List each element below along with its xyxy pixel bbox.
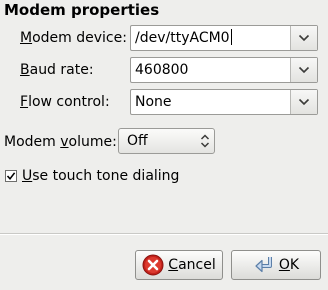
cancel-button[interactable]: Cancel [135,250,223,280]
baud-rate-dropdown-button[interactable] [290,58,317,82]
baud-rate-combo[interactable]: 460800 [130,57,318,83]
chevron-down-icon [298,66,310,74]
modem-device-label: Modem device: [20,30,127,46]
ok-button[interactable]: OK [231,250,321,280]
chevron-down-icon [298,98,310,106]
modem-volume-value: Off [127,133,148,149]
flow-control-label: Flow control: [20,94,110,110]
touch-tone-checkbox[interactable] [5,170,17,182]
cancel-icon [142,254,164,276]
checkmark-icon [6,172,16,181]
baud-rate-input[interactable]: 460800 [131,58,290,82]
flow-control-input[interactable]: None [131,90,290,114]
modem-device-input[interactable]: /dev/ttyACM0 [131,26,290,50]
section-title: Modem properties [4,1,160,19]
touch-tone-label[interactable]: Use touch tone dialing [22,167,179,185]
modem-volume-select[interactable]: Off [118,128,215,154]
flow-control-dropdown-button[interactable] [290,90,317,114]
text-cursor [230,29,232,45]
ok-enter-icon [255,257,272,273]
chevron-down-icon [298,34,310,42]
modem-device-dropdown-button[interactable] [290,26,317,50]
cancel-label: Cancel [168,257,216,273]
flow-control-combo[interactable]: None [130,89,318,115]
baud-rate-label: Baud rate: [20,62,94,78]
ok-label: OK [278,257,300,273]
separator [0,233,328,235]
modem-volume-label: Modem volume: [4,134,117,150]
modem-device-combo[interactable]: /dev/ttyACM0 [130,25,318,51]
updown-arrows-icon [196,133,214,149]
